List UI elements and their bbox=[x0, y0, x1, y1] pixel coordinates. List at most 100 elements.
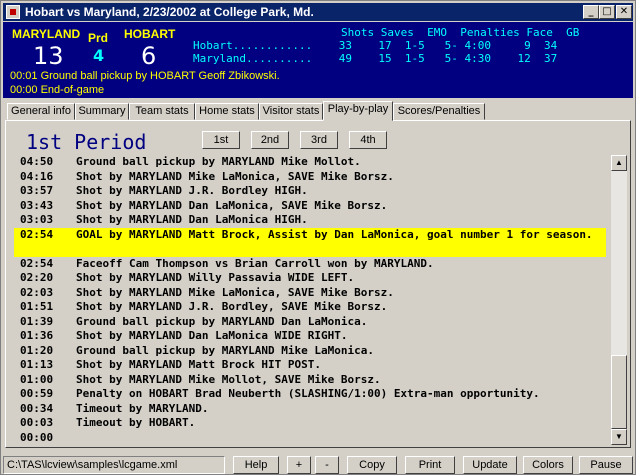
play-row: 01:36 Shot by MARYLAND Dan LaMonica WIDE … bbox=[14, 329, 606, 344]
play-text: Shot by MARYLAND Willy Passavia WIDE LEF… bbox=[76, 271, 355, 284]
play-row: 01:13 Shot by MARYLAND Matt Brock HIT POS… bbox=[14, 358, 606, 373]
play-time: 02:03 bbox=[20, 285, 54, 299]
scroll-thumb[interactable] bbox=[611, 355, 627, 429]
play-text: Ground ball pickup by MARYLAND Dan LaMon… bbox=[76, 314, 368, 328]
play-time: 00:59 bbox=[20, 387, 54, 400]
play-list: 04:50 Ground ball pickup by MARYLAND Mike… bbox=[14, 155, 606, 445]
play-row: 03:43 Shot by MARYLAND Dan LaMonica, SAVE… bbox=[14, 199, 606, 214]
copy-button[interactable]: Copy bbox=[347, 456, 397, 474]
scroll-down-arrow-icon[interactable]: ▼ bbox=[611, 429, 627, 445]
play-text: Ground ball pickup by MARYLAND Mike LaMo… bbox=[76, 343, 375, 357]
play-time: 01:00 bbox=[20, 372, 54, 386]
update-button[interactable]: Update bbox=[463, 456, 517, 474]
play-time: 02:54 bbox=[20, 256, 54, 270]
tab-scores-penalties[interactable]: Scores/Penalties bbox=[393, 103, 485, 120]
file-path: C:\TAS\lcview\samples\lcgame.xml bbox=[3, 456, 225, 474]
period-title: 1st Period bbox=[26, 130, 147, 154]
period-3rd-button[interactable]: 3rd bbox=[300, 131, 338, 149]
play-row: 01:39 Ground ball pickup by MARYLAND Dan … bbox=[14, 315, 606, 330]
play-row: 04:50 Ground ball pickup by MARYLAND Mike… bbox=[14, 155, 606, 170]
tab-summary[interactable]: Summary bbox=[75, 103, 129, 120]
tab-play-by-play[interactable]: Play-by-play bbox=[323, 101, 393, 121]
play-text: Shot by MARYLAND Mike Mollot, SAVE Mike … bbox=[76, 372, 381, 386]
title-bar: Hobart vs Maryland, 2/23/2002 at College… bbox=[3, 3, 633, 21]
zoom-in-button[interactable]: + bbox=[287, 456, 311, 474]
app-window: Hobart vs Maryland, 2/23/2002 at College… bbox=[0, 0, 636, 475]
vertical-scrollbar[interactable]: ▲ ▼ bbox=[611, 155, 627, 445]
play-time: 02:20 bbox=[20, 271, 54, 284]
minimize-button[interactable]: _ bbox=[583, 5, 599, 19]
play-text: Shot by MARYLAND J.R. Bordley HIGH. bbox=[76, 184, 308, 197]
play-row: 03:57 Shot by MARYLAND J.R. Bordley HIGH. bbox=[14, 184, 606, 199]
status-bar: C:\TAS\lcview\samples\lcgame.xml Help + … bbox=[3, 456, 633, 474]
play-time: 01:39 bbox=[20, 314, 54, 328]
window-title: Hobart vs Maryland, 2/23/2002 at College… bbox=[25, 5, 314, 19]
play-time: 03:57 bbox=[20, 184, 54, 197]
play-row: 02:20 Shot by MARYLAND Willy Passavia WID… bbox=[14, 271, 606, 286]
period-2nd-button[interactable]: 2nd bbox=[251, 131, 289, 149]
play-text: Faceoff Cam Thompson vs Brian Carroll wo… bbox=[76, 256, 434, 270]
play-text: Shot by MARYLAND Dan LaMonica WIDE RIGHT… bbox=[76, 329, 348, 342]
play-time: 03:43 bbox=[20, 198, 54, 212]
play-time: 01:51 bbox=[20, 300, 54, 313]
play-time: 01:36 bbox=[20, 329, 54, 342]
print-button[interactable]: Print bbox=[405, 456, 455, 474]
period-value: 4 bbox=[93, 46, 105, 65]
play-row: 00:00 bbox=[14, 431, 606, 446]
home-team-name: MARYLAND bbox=[12, 27, 81, 41]
play-time: 01:13 bbox=[20, 358, 54, 371]
play-row: 01:20 Ground ball pickup by MARYLAND Mike… bbox=[14, 344, 606, 359]
team-stats-row-maryland: Maryland.......... 49 15 1-5 5- 4:30 12 … bbox=[193, 52, 558, 65]
play-row: 00:59 Penalty on HOBART Brad Neuberth (SL… bbox=[14, 387, 606, 402]
tab-visitor-stats[interactable]: Visitor stats bbox=[259, 103, 323, 120]
play-time: 00:00 bbox=[20, 430, 54, 444]
play-text: Shot by MARYLAND J.R. Bordley, SAVE Mike… bbox=[76, 300, 388, 313]
tab-general-info[interactable]: General info bbox=[7, 103, 75, 120]
help-button[interactable]: Help bbox=[233, 456, 279, 474]
play-text: Shot by MARYLAND Dan LaMonica, SAVE Mike… bbox=[76, 198, 388, 212]
pause-button[interactable]: Pause bbox=[579, 456, 633, 474]
play-time: 04:50 bbox=[20, 155, 54, 168]
play-time: 00:34 bbox=[20, 401, 54, 415]
play-text: Shot by MARYLAND Mike LaMonica, SAVE Mik… bbox=[76, 285, 394, 299]
play-row: 01:00 Shot by MARYLAND Mike Mollot, SAVE … bbox=[14, 373, 606, 388]
game-status-line: 00:00 End-of-game bbox=[10, 84, 105, 96]
play-time: 01:20 bbox=[20, 343, 54, 357]
play-row: 02:03 Shot by MARYLAND Mike LaMonica, SAV… bbox=[14, 286, 606, 301]
play-text: Shot by MARYLAND Mike LaMonica, SAVE Mik… bbox=[76, 169, 394, 183]
play-row: 00:34 Timeout by MARYLAND. bbox=[14, 402, 606, 417]
play-text: Timeout by HOBART. bbox=[76, 416, 196, 429]
tab-strip: General info Summary Team stats Home sta… bbox=[3, 101, 633, 121]
period-label: Prd bbox=[88, 31, 109, 45]
colors-button[interactable]: Colors bbox=[523, 456, 573, 474]
play-time: 03:03 bbox=[20, 213, 54, 226]
maximize-button[interactable]: □ bbox=[599, 5, 615, 19]
close-button[interactable]: ✕ bbox=[616, 5, 632, 19]
play-text: Timeout by MARYLAND. bbox=[76, 401, 209, 415]
play-time: 00:03 bbox=[20, 416, 54, 429]
tab-home-stats[interactable]: Home stats bbox=[195, 103, 259, 120]
scroll-up-arrow-icon[interactable]: ▲ bbox=[611, 155, 627, 171]
play-time: 02:54 bbox=[20, 227, 54, 241]
visitor-score: 6 bbox=[141, 42, 157, 70]
team-stats-header: Shots Saves EMO Penalties Face GB bbox=[341, 26, 580, 39]
period-1st-button[interactable]: 1st bbox=[202, 131, 240, 149]
zoom-out-button[interactable]: - bbox=[315, 456, 339, 474]
last-play-line: 00:01 Ground ball pickup by HOBART Geoff… bbox=[10, 70, 280, 82]
visitor-team-name: HOBART bbox=[124, 27, 176, 41]
play-text: Ground ball pickup by MARYLAND Mike Moll… bbox=[76, 155, 361, 168]
play-text: Shot by MARYLAND Dan LaMonica HIGH. bbox=[76, 213, 308, 226]
play-text: GOAL by MARYLAND Matt Brock, Assist by D… bbox=[76, 227, 593, 241]
play-text: Shot by MARYLAND Matt Brock HIT POST. bbox=[76, 358, 322, 371]
tab-team-stats[interactable]: Team stats bbox=[129, 103, 195, 120]
team-stats-row-hobart: Hobart............ 33 17 1-5 5- 4:00 9 3… bbox=[193, 39, 558, 52]
play-time: 04:16 bbox=[20, 169, 54, 183]
play-row: 02:54 Faceoff Cam Thompson vs Brian Carro… bbox=[14, 257, 606, 272]
play-by-play-panel: 1st Period 1st 2nd 3rd 4th 04:50 Ground b… bbox=[5, 120, 631, 448]
play-row: 01:51 Shot by MARYLAND J.R. Bordley, SAVE… bbox=[14, 300, 606, 315]
scoreboard: MARYLAND 13 Prd 4 HOBART 6 Shots Saves E… bbox=[3, 22, 633, 98]
period-4th-button[interactable]: 4th bbox=[349, 131, 387, 149]
play-text: Penalty on HOBART Brad Neuberth (SLASHIN… bbox=[76, 387, 540, 400]
app-icon[interactable] bbox=[6, 5, 20, 19]
play-row: 03:03 Shot by MARYLAND Dan LaMonica HIGH. bbox=[14, 213, 606, 228]
